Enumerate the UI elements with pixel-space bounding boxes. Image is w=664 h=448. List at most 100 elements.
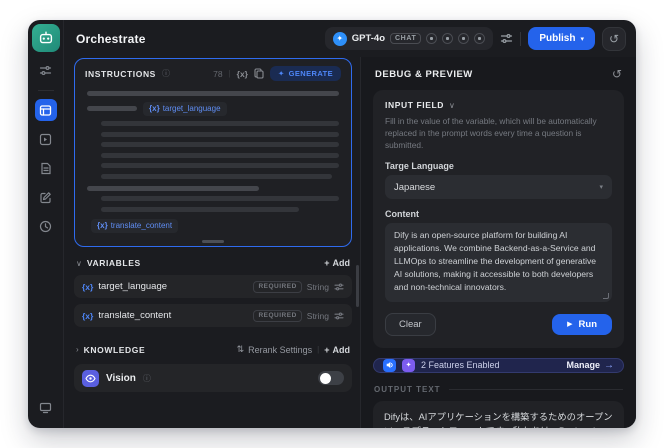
variable-row-target-language[interactable]: {x} target_language REQUIRED String (74, 275, 352, 298)
variable-icon: {x} (82, 310, 94, 321)
topbar-divider (520, 31, 522, 46)
model-config-sliders-icon[interactable] (500, 32, 513, 45)
skeleton-text-row (87, 185, 339, 191)
model-mode-badge: CHAT (390, 33, 422, 44)
knowledge-title: KNOWLEDGE (83, 344, 146, 355)
monitor-icon[interactable] (35, 396, 57, 418)
model-selector[interactable]: ✦ GPT-4o CHAT (324, 27, 494, 50)
insert-variable-icon[interactable]: {x} (237, 69, 248, 79)
instructions-title: INSTRUCTIONS (85, 68, 156, 79)
instructions-editor[interactable]: {x} target_language {x} translate_content (75, 84, 351, 246)
content-textarea[interactable]: Dify is an open-source platform for buil… (385, 223, 612, 302)
model-capability-icon (426, 33, 438, 44)
sidebar-item-logs[interactable] (35, 157, 57, 179)
required-badge: REQUIRED (253, 280, 302, 293)
history-icon: ↺ (608, 31, 620, 46)
sidebar-item-history-clock-icon[interactable] (35, 215, 57, 237)
rerank-settings-button[interactable]: ⇅ Rerank Settings (237, 344, 313, 355)
sidebar-item-preview[interactable] (35, 128, 57, 150)
variable-type: String (306, 310, 329, 321)
skeleton-text-row (87, 206, 339, 212)
eye-icon (82, 369, 99, 387)
sidebar (28, 20, 64, 428)
skeleton-line (87, 185, 259, 191)
variable-row-translate-content[interactable]: {x} translate_content REQUIRED String (74, 304, 352, 327)
output-text-title: OUTPUT TEXT (374, 384, 441, 394)
chevron-right-icon[interactable]: › (76, 345, 79, 354)
copy-icon[interactable] (254, 68, 264, 79)
variable-icon: {x} (82, 281, 94, 292)
version-history-button[interactable]: ↺ (602, 26, 626, 51)
variable-chip-target_language[interactable]: {x} target_language (143, 101, 227, 116)
arrow-right-icon: → (604, 359, 614, 371)
add-knowledge-button[interactable]: + Add (324, 345, 350, 355)
model-capability-icon (458, 33, 470, 44)
resize-corner-icon[interactable] (603, 292, 609, 299)
skeleton-line (87, 91, 339, 96)
skeleton-text-row: {x} target_language (87, 101, 339, 116)
skeleton-text-row (87, 131, 339, 137)
generate-button[interactable]: ✦ GENERATE (269, 66, 341, 81)
app-logo-robot-icon[interactable] (31, 24, 60, 52)
output-card: Difyは、AIアプリケーションを構築するためのオープンソースプラットフォームで… (373, 400, 624, 428)
manage-features-button[interactable]: Manage → (566, 360, 614, 371)
skeleton-line (101, 196, 339, 201)
skeleton-line (101, 142, 339, 147)
sidebar-item-orchestrate[interactable] (34, 99, 57, 121)
target-language-select[interactable]: Japanese ▾ (385, 175, 612, 200)
target-language-label: Targe Language (385, 161, 454, 172)
feature-more-like-this-icon: ✦ (402, 358, 415, 372)
skeleton-line (101, 131, 339, 137)
skeleton-text-row (87, 121, 339, 126)
knowledge-header: › KNOWLEDGE ⇅ Rerank Settings | + Add (76, 344, 350, 355)
content-label: Content (385, 209, 419, 220)
sparkle-icon: ✦ (277, 69, 285, 78)
model-capability-icon (474, 33, 486, 44)
add-variable-button[interactable]: + Add (324, 258, 350, 268)
output-text-header: OUTPUT TEXT (374, 385, 623, 394)
skeleton-text-row (87, 163, 339, 168)
variable-settings-icon[interactable] (334, 282, 344, 292)
variable-chip-translate_content[interactable]: {x} translate_content (91, 218, 179, 233)
page-background: Orchestrate ✦ GPT-4o CHAT Publish ▾ ↺ IN… (0, 0, 664, 448)
features-enabled-bar[interactable]: ✦ 2 Features Enabled Manage → (373, 357, 624, 373)
header-separator: | (228, 69, 231, 78)
input-field-card: INPUT FIELD ∨ Fill in the value of the v… (373, 90, 624, 348)
variables-title: VARIABLES (86, 258, 141, 268)
clear-button[interactable]: Clear (385, 312, 436, 336)
instructions-panel: INSTRUCTIONS ⓘ 78 | {x} ✦ GENERATE {x} t… (74, 58, 352, 247)
top-bar: Orchestrate ✦ GPT-4o CHAT Publish ▾ ↺ (64, 20, 636, 57)
features-enabled-label: 2 Features Enabled (421, 360, 500, 370)
info-icon: ⓘ (161, 69, 170, 78)
variables-header: ∨ VARIABLES + Add (76, 258, 350, 268)
run-button[interactable]: ▶ Run (552, 313, 612, 335)
skeleton-line (87, 106, 137, 111)
vision-toggle[interactable] (318, 371, 344, 385)
vision-label: Vision (106, 372, 136, 384)
actions-row: Clear ▶ Run (385, 312, 612, 336)
sidebar-item-annotation[interactable] (35, 186, 57, 208)
input-field-description: Fill in the value of the variable, which… (385, 116, 597, 151)
chevron-down-icon: ▾ (580, 35, 584, 43)
model-provider-icon: ✦ (332, 31, 347, 46)
skeleton-line (101, 152, 339, 158)
chevron-down-icon: ∨ (449, 100, 455, 110)
sliders-icon[interactable] (35, 59, 57, 81)
variable-type: String (306, 281, 329, 292)
chevron-down-icon[interactable]: ∨ (76, 259, 82, 268)
chevron-down-icon: ▾ (599, 184, 603, 192)
publish-button[interactable]: Publish ▾ (528, 27, 595, 50)
plus-icon: + (324, 344, 330, 355)
skeleton-text-row (87, 196, 339, 201)
variable-settings-icon[interactable] (334, 311, 344, 321)
input-field-header[interactable]: INPUT FIELD ∨ (385, 100, 612, 110)
instructions-header: INSTRUCTIONS ⓘ 78 | {x} ✦ GENERATE (75, 59, 351, 84)
refresh-icon[interactable]: ↺ (612, 67, 622, 81)
skeleton-text-row (87, 152, 339, 158)
plus-icon: + (324, 258, 330, 268)
scrollbar-thumb[interactable] (356, 265, 359, 307)
main-area: Orchestrate ✦ GPT-4o CHAT Publish ▾ ↺ IN… (64, 20, 636, 428)
content-area: INSTRUCTIONS ⓘ 78 | {x} ✦ GENERATE {x} t… (64, 57, 636, 428)
skeleton-text-row: {x} translate_content (87, 218, 339, 233)
resize-handle[interactable] (202, 240, 224, 243)
